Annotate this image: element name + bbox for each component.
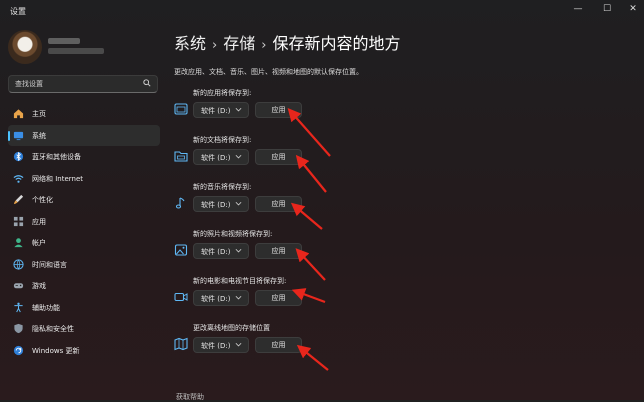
accessibility-icon <box>14 302 23 312</box>
avatar[interactable] <box>8 30 42 64</box>
sidebar-item-label: 个性化 <box>32 196 53 204</box>
get-help-link[interactable]: 获取帮助 <box>176 392 204 402</box>
maximize-button[interactable]: ☐ <box>596 2 618 16</box>
sidebar-item-label: Windows 更新 <box>32 346 80 355</box>
maps-drive-value: 软件 (D:) <box>201 342 231 350</box>
photo-icon <box>174 244 188 256</box>
sidebar-item-accounts[interactable]: 帐户 <box>8 232 160 254</box>
map-icon <box>174 337 188 351</box>
chevron-down-icon <box>235 295 242 300</box>
page-title: 保存新内容的地方 <box>272 34 401 53</box>
system-icon <box>13 131 24 140</box>
sidebar-item-label: 辅助功能 <box>32 303 60 312</box>
user-email-redacted <box>48 48 104 54</box>
apps-drive-value: 软件 (D:) <box>201 107 231 115</box>
photos-drive-value: 软件 (D:) <box>201 248 231 256</box>
sidebar-item-label: 隐私和安全性 <box>32 325 74 333</box>
bluetooth-icon <box>13 151 24 162</box>
documents-apply-button[interactable]: 应用 <box>255 149 302 165</box>
page-description: 更改应用、文档、音乐、图片、视频和地图的默认保存位置。 <box>174 68 363 76</box>
brush-icon <box>13 194 24 205</box>
chevron-down-icon <box>235 201 242 206</box>
video-camera-icon <box>174 292 188 302</box>
sidebar-item-time-language[interactable]: 时间和语言 <box>8 254 160 276</box>
sidebar-nav: 主页 系统 蓝牙和其他设备 网络和 Internet 个性化 应用 帐户 时间和… <box>8 103 160 361</box>
wifi-icon <box>13 174 24 183</box>
sidebar-item-gaming[interactable]: 游戏 <box>8 275 160 297</box>
chevron-down-icon <box>235 342 242 347</box>
movies-drive-value: 软件 (D:) <box>201 295 231 303</box>
sidebar-item-label: 应用 <box>32 217 46 226</box>
apps-save-label: 新的应用将保存到: <box>193 89 252 97</box>
sidebar-item-accessibility[interactable]: 辅助功能 <box>8 297 160 319</box>
photos-apply-button[interactable]: 应用 <box>255 243 302 259</box>
music-drive-select[interactable]: 软件 (D:) <box>193 196 249 212</box>
sidebar-item-privacy[interactable]: 隐私和安全性 <box>8 318 160 340</box>
annotation-arrow <box>296 344 329 371</box>
search-icon[interactable] <box>143 79 151 87</box>
documents-save-label: 新的文档将保存到: <box>193 136 252 144</box>
shield-icon <box>14 323 23 334</box>
maps-save-label: 更改离线地图的存储位置 <box>193 324 270 332</box>
sidebar-item-label: 游戏 <box>32 282 46 290</box>
sidebar-item-label: 主页 <box>32 110 46 118</box>
account-icon <box>14 238 23 248</box>
chevron-down-icon <box>235 107 242 112</box>
globe-clock-icon <box>13 258 24 270</box>
movies-drive-select[interactable]: 软件 (D:) <box>193 290 249 306</box>
sidebar-item-label: 帐户 <box>32 239 46 247</box>
window-title: 设置 <box>10 7 26 16</box>
photos-save-label: 新的照片和视频将保存到: <box>193 230 273 238</box>
annotation-arrow <box>295 154 327 193</box>
search-input[interactable] <box>15 78 135 90</box>
app-window-icon <box>174 103 188 115</box>
settings-window: 设置 — ☐ ✕ 主页 系统 蓝牙和其他设备 网络和 Internet <box>0 0 644 402</box>
breadcrumb: 系统 › 存储 › 保存新内容的地方 <box>174 30 400 54</box>
sidebar-item-bluetooth[interactable]: 蓝牙和其他设备 <box>8 146 160 168</box>
minimize-button[interactable]: — <box>567 2 589 16</box>
maps-apply-button[interactable]: 应用 <box>255 337 302 353</box>
music-drive-value: 软件 (D:) <box>201 201 231 209</box>
sidebar-item-apps[interactable]: 应用 <box>8 211 160 233</box>
breadcrumb-storage[interactable]: 存储 <box>223 34 255 53</box>
close-button[interactable]: ✕ <box>622 2 644 16</box>
movies-apply-button[interactable]: 应用 <box>255 290 302 306</box>
documents-drive-value: 软件 (D:) <box>201 154 231 162</box>
apps-icon <box>13 216 24 226</box>
sidebar-item-network[interactable]: 网络和 Internet <box>8 168 160 190</box>
sidebar-item-home[interactable]: 主页 <box>8 103 160 125</box>
sidebar-item-label: 系统 <box>32 131 46 140</box>
maps-drive-select[interactable]: 软件 (D:) <box>193 337 249 353</box>
apps-drive-select[interactable]: 软件 (D:) <box>193 102 249 118</box>
sidebar-item-personalization[interactable]: 个性化 <box>8 189 160 211</box>
apps-apply-button[interactable]: 应用 <box>255 102 302 118</box>
documents-drive-select[interactable]: 软件 (D:) <box>193 149 249 165</box>
search-box[interactable] <box>8 75 158 93</box>
breadcrumb-system[interactable]: 系统 <box>174 34 206 53</box>
music-save-label: 新的音乐将保存到: <box>193 183 252 191</box>
chevron-down-icon <box>235 154 242 159</box>
movies-save-label: 新的电影和电视节目将保存到: <box>193 277 287 285</box>
chevron-down-icon <box>235 248 242 253</box>
photos-drive-select[interactable]: 软件 (D:) <box>193 243 249 259</box>
title-bar: 设置 — ☐ ✕ <box>0 0 644 24</box>
sidebar-item-label: 时间和语言 <box>32 260 67 269</box>
chevron-right-icon: › <box>261 38 267 53</box>
gamepad-icon <box>13 283 24 289</box>
music-apply-button[interactable]: 应用 <box>255 196 302 212</box>
folder-icon <box>174 151 188 162</box>
sidebar-item-label: 蓝牙和其他设备 <box>32 153 81 161</box>
update-icon <box>13 345 24 355</box>
home-icon <box>13 109 24 119</box>
sidebar-item-label: 网络和 Internet <box>32 174 84 183</box>
chevron-right-icon: › <box>212 38 218 53</box>
sidebar-item-windows-update[interactable]: Windows 更新 <box>8 340 160 362</box>
annotation-arrow <box>291 288 326 304</box>
sidebar-item-system[interactable]: 系统 <box>8 124 160 146</box>
music-note-icon <box>175 197 185 209</box>
user-name-redacted <box>48 38 80 44</box>
annotation-arrow <box>295 248 326 281</box>
